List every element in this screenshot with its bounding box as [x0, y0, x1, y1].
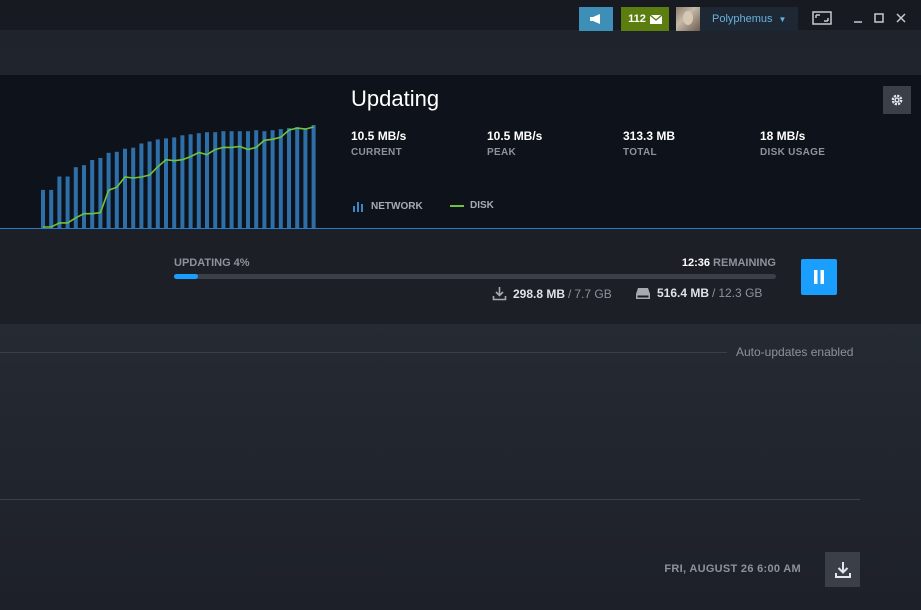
settings-button[interactable] — [883, 86, 911, 114]
user-menu[interactable]: Polyphemus ▼ — [676, 7, 798, 31]
network-bar — [123, 148, 127, 228]
stat-label: PEAK — [487, 147, 516, 158]
legend-label: NETWORK — [371, 200, 423, 212]
maximize-icon — [874, 13, 884, 23]
stat-peak: 10.5 MB/s PEAK — [487, 129, 542, 158]
close-icon — [896, 13, 906, 23]
network-bar — [295, 127, 300, 228]
network-bar — [82, 165, 86, 228]
disk-total: 12.3 GB — [718, 286, 763, 300]
remaining-time: 12:36 — [681, 257, 710, 269]
network-bar — [303, 128, 308, 228]
network-bar — [114, 151, 119, 228]
network-bar — [172, 137, 177, 228]
notifications-button[interactable]: 112 — [621, 7, 669, 31]
network-bar — [147, 141, 152, 228]
network-bar — [57, 176, 62, 228]
network-bar — [155, 139, 160, 228]
network-bar — [246, 131, 250, 228]
download-icon — [492, 287, 507, 301]
notifications-count: 112 — [628, 13, 646, 25]
bandwidth-graph — [41, 125, 316, 228]
stat-value: 313.3 MB — [623, 129, 676, 143]
network-bar — [180, 135, 185, 228]
network-bar — [131, 147, 136, 228]
network-bar — [213, 132, 218, 228]
network-bar — [164, 138, 168, 228]
remaining-label: REMAINING — [713, 257, 776, 269]
network-bar — [49, 189, 54, 228]
disk-size: 516.4 MB / 12.3 GB — [635, 286, 762, 300]
close-button[interactable] — [893, 10, 909, 26]
network-bar — [188, 134, 193, 228]
download-title: Updating — [351, 86, 440, 111]
network-bar — [262, 131, 267, 228]
stat-label: CURRENT — [351, 147, 402, 158]
disk-written: 516.4 MB — [657, 286, 710, 300]
network-bar — [229, 131, 234, 228]
chevron-down-icon: ▼ — [778, 14, 787, 24]
network-bar — [65, 176, 70, 228]
avatar — [676, 7, 700, 31]
progress-status: UPDATING 4% — [174, 257, 250, 269]
size-separator: / — [712, 286, 716, 300]
broadcast-button[interactable] — [579, 7, 613, 31]
stat-label: DISK USAGE — [760, 147, 826, 158]
download-icon — [834, 561, 851, 578]
network-bar — [90, 160, 95, 228]
legend-disk: DISK — [450, 200, 494, 211]
pause-button[interactable] — [801, 259, 837, 295]
network-bar — [221, 131, 226, 228]
stat-value: 18 MB/s — [760, 129, 806, 143]
download-total: 7.7 GB — [574, 286, 612, 301]
stat-current: 10.5 MB/s CURRENT — [351, 129, 406, 158]
time-remaining: 12:36 REMAINING — [600, 257, 776, 269]
scheduled-time: FRI, AUGUST 26 6:00 AM — [664, 563, 801, 575]
hard-drive-icon — [636, 287, 650, 299]
network-bar — [311, 125, 316, 228]
stat-total: 313.3 MB TOTAL — [623, 129, 675, 158]
stat-value: 10.5 MB/s — [351, 129, 407, 143]
gear-icon — [891, 94, 903, 106]
network-bar — [139, 143, 144, 228]
download-now-button[interactable] — [825, 552, 860, 587]
downloaded-amount: 298.8 MB — [513, 286, 566, 301]
download-size: 298.8 MB / 7.7 GB — [492, 286, 612, 301]
network-bar — [205, 132, 209, 228]
broadcast-icon — [590, 14, 600, 24]
envelope-icon — [649, 14, 662, 24]
progress-bar — [174, 274, 776, 279]
stat-disk-usage: 18 MB/s DISK USAGE — [760, 129, 825, 158]
size-separator: / — [568, 286, 572, 301]
pause-icon — [814, 270, 824, 284]
network-bar — [196, 133, 201, 228]
minimize-button[interactable] — [850, 10, 866, 26]
network-bar — [270, 130, 275, 228]
bar-chart-icon — [353, 202, 363, 212]
username: Polyphemus — [712, 13, 773, 25]
big-picture-icon — [812, 11, 832, 25]
network-bar — [254, 130, 259, 228]
network-bar — [278, 129, 283, 228]
progress-fill — [174, 274, 199, 279]
line-swatch-icon — [450, 204, 464, 207]
auto-updates-status: Auto-updates enabled — [736, 345, 854, 359]
stat-value: 10.5 MB/s — [487, 129, 543, 143]
network-bar — [98, 158, 103, 228]
legend-network: NETWORK — [352, 200, 423, 212]
divider — [0, 352, 727, 353]
legend-label: DISK — [470, 200, 494, 211]
network-bar — [287, 128, 291, 228]
maximize-button[interactable] — [871, 10, 887, 26]
big-picture-button[interactable] — [812, 11, 832, 25]
stat-label: TOTAL — [623, 147, 657, 158]
divider — [0, 499, 860, 500]
minimize-icon — [854, 21, 862, 23]
network-bar — [41, 189, 45, 228]
